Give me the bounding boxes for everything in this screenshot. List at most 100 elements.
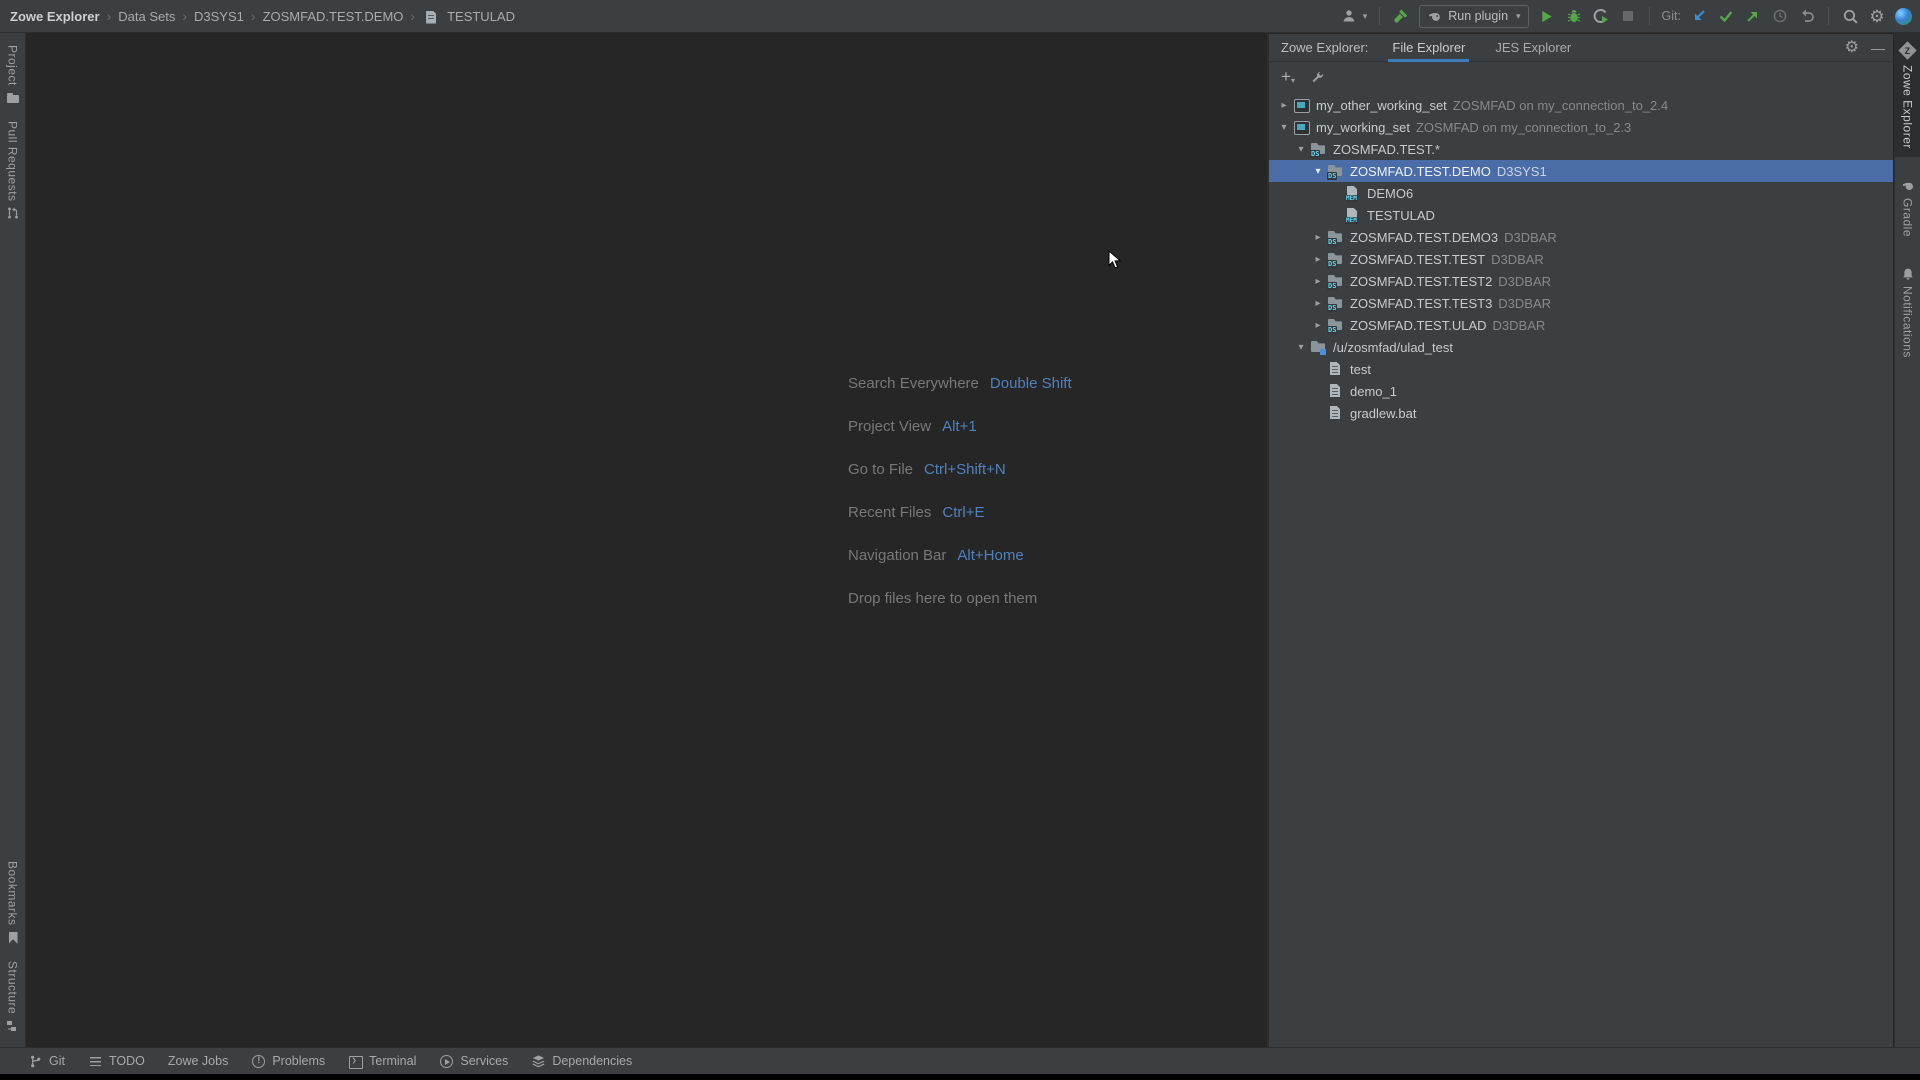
ide-sphere-icon[interactable]: [1895, 8, 1912, 25]
tree-row[interactable]: gradlew.bat: [1269, 402, 1893, 424]
git-push-icon[interactable]: [1744, 7, 1762, 25]
breadcrumb-d3sys1[interactable]: D3SYS1: [194, 9, 244, 24]
ds-folder-icon: [1327, 317, 1345, 333]
tree-item-name: test: [1350, 362, 1371, 377]
statusbar-item-problems[interactable]: Problems: [251, 1054, 325, 1069]
tree-item-suffix: D3SYS1: [1497, 164, 1547, 179]
tree-chevron-icon[interactable]: ▸: [1309, 232, 1327, 243]
gradle-elephant-icon: [1427, 9, 1442, 24]
tree-item-name: my_other_working_set: [1316, 98, 1447, 113]
toolwindow-button-pull-requests[interactable]: Pull Requests: [0, 113, 26, 229]
settings-gear-icon[interactable]: ⚙: [1868, 7, 1886, 25]
panel-gear-icon[interactable]: ⚙: [1845, 40, 1859, 56]
toolwindow-button-notifications[interactable]: Notifications: [1895, 259, 1920, 366]
statusbar-label: Zowe Jobs: [168, 1054, 228, 1068]
tree-item-name: ZOSMFAD.TEST.TEST: [1350, 252, 1485, 267]
tree-row[interactable]: ▸ my_other_working_set ZOSMFAD on my_con…: [1269, 94, 1893, 116]
hint-shortcut: Ctrl+Shift+N: [924, 461, 1006, 478]
drop-files-hint: Drop files here to open them: [848, 590, 1072, 607]
services-icon: [439, 1054, 454, 1069]
zowe-explorer-panel: Zowe Explorer: File Explorer JES Explore…: [1267, 34, 1893, 1047]
file-tree: ▸ my_other_working_set ZOSMFAD on my_con…: [1269, 92, 1893, 1047]
tree-chevron-icon[interactable]: ▸: [1309, 254, 1327, 265]
debug-bug-icon[interactable]: [1565, 7, 1583, 25]
statusbar-item-services[interactable]: Services: [439, 1054, 508, 1069]
tree-row[interactable]: ▸ ZOSMFAD.TEST.ULAD D3DBAR: [1269, 314, 1893, 336]
tree-row[interactable]: ▸ ZOSMFAD.TEST.TEST D3DBAR: [1269, 248, 1893, 270]
toolwindow-button-zowe-explorer[interactable]: Z Zowe Explorer: [1895, 33, 1920, 157]
statusbar-item-zowe-jobs[interactable]: Zowe Jobs: [168, 1054, 228, 1068]
tree-chevron-icon[interactable]: ▸: [1309, 276, 1327, 287]
notifications-label: Notifications: [1901, 286, 1915, 358]
statusbar-item-git[interactable]: Git: [28, 1054, 65, 1069]
tree-row[interactable]: DEMO6: [1269, 182, 1893, 204]
ds-folder-icon: [1327, 295, 1345, 311]
build-hammer-icon[interactable]: [1392, 7, 1410, 25]
toolbar-separator: [1379, 7, 1380, 25]
tree-row[interactable]: ▸ ZOSMFAD.TEST.TEST3 D3DBAR: [1269, 292, 1893, 314]
search-icon[interactable]: [1841, 7, 1859, 25]
user-profile-icon[interactable]: [1340, 7, 1358, 25]
tree-row[interactable]: ▸ ZOSMFAD.TEST.DEMO3 D3DBAR: [1269, 226, 1893, 248]
breadcrumb-member[interactable]: TESTULAD: [447, 9, 515, 24]
tree-chevron-icon[interactable]: ▾: [1292, 144, 1310, 155]
shortcut-hints: Search Everywhere Double Shift Project V…: [848, 375, 1072, 607]
tree-item-name: TESTULAD: [1367, 208, 1435, 223]
statusbar-item-dependencies[interactable]: Dependencies: [531, 1054, 632, 1069]
tree-item-suffix: D3DBAR: [1504, 230, 1557, 245]
tree-item-name: my_working_set: [1316, 120, 1410, 135]
user-dropdown-caret-icon[interactable]: ▾: [1363, 11, 1368, 22]
tree-row[interactable]: test: [1269, 358, 1893, 380]
tree-chevron-icon[interactable]: ▾: [1275, 122, 1293, 133]
hint-shortcut: Double Shift: [990, 375, 1072, 392]
problems-icon: [251, 1054, 266, 1069]
hint-shortcut: Alt+1: [942, 418, 977, 435]
tab-file-explorer[interactable]: File Explorer: [1390, 34, 1467, 62]
tree-chevron-icon[interactable]: ▾: [1292, 342, 1310, 353]
git-commit-check-icon[interactable]: [1717, 7, 1735, 25]
run-play-icon[interactable]: [1538, 7, 1556, 25]
toolwindow-button-gradle[interactable]: Gradle: [1895, 171, 1920, 245]
todo-list-icon: [88, 1054, 103, 1069]
rollback-undo-icon[interactable]: [1798, 7, 1816, 25]
add-button[interactable]: +▾: [1281, 70, 1295, 84]
run-with-coverage-icon[interactable]: [1592, 7, 1610, 25]
tree-row[interactable]: TESTULAD: [1269, 204, 1893, 226]
editor-empty-area: Search Everywhere Double Shift Project V…: [27, 34, 1267, 1047]
tree-row[interactable]: ▾ /u/zosmfad/ulad_test: [1269, 336, 1893, 358]
tree-chevron-icon[interactable]: ▾: [1309, 166, 1327, 177]
main-toolbar: Zowe Explorer › Data Sets › D3SYS1 › ZOS…: [0, 0, 1920, 33]
tree-row[interactable]: ▸ ZOSMFAD.TEST.TEST2 D3DBAR: [1269, 270, 1893, 292]
uss-file-icon: [1327, 361, 1345, 377]
tree-chevron-icon[interactable]: ▸: [1309, 298, 1327, 309]
tree-chevron-icon[interactable]: ▸: [1275, 100, 1293, 111]
breadcrumb-data-sets[interactable]: Data Sets: [118, 9, 175, 24]
tree-row[interactable]: demo_1: [1269, 380, 1893, 402]
toolbar-separator: [1828, 7, 1829, 25]
zowe-logo-icon: Z: [1898, 41, 1916, 59]
git-update-icon[interactable]: [1690, 7, 1708, 25]
breadcrumb-separator: ›: [251, 8, 256, 24]
statusbar-item-terminal[interactable]: Terminal: [348, 1054, 416, 1069]
tree-item-suffix: D3DBAR: [1493, 318, 1546, 333]
member-file-icon: [424, 10, 438, 25]
hide-panel-icon[interactable]: —: [1871, 41, 1885, 55]
tree-row[interactable]: ▾ my_working_set ZOSMFAD on my_connectio…: [1269, 116, 1893, 138]
toolwindow-button-structure[interactable]: Structure: [0, 953, 26, 1041]
tree-item-suffix: ZOSMFAD on my_connection_to_2.3: [1416, 120, 1631, 135]
settings-wrench-icon[interactable]: [1309, 68, 1327, 86]
tree-chevron-icon[interactable]: ▸: [1309, 320, 1327, 331]
run-configuration-select[interactable]: Run plugin ▾: [1419, 5, 1528, 28]
toolwindow-button-project[interactable]: Project: [0, 37, 26, 113]
tab-jes-explorer[interactable]: JES Explorer: [1493, 34, 1573, 62]
statusbar-label: TODO: [109, 1054, 145, 1068]
uss-file-icon: [1327, 405, 1345, 421]
toolwindow-button-bookmarks[interactable]: Bookmarks: [0, 853, 26, 953]
member-icon: [1344, 207, 1362, 223]
tree-row[interactable]: ▾ ZOSMFAD.TEST.*: [1269, 138, 1893, 160]
statusbar-item-todo[interactable]: TODO: [88, 1054, 145, 1069]
breadcrumb-dataset[interactable]: ZOSMFAD.TEST.DEMO: [263, 9, 404, 24]
breadcrumb-zowe-explorer[interactable]: Zowe Explorer: [10, 9, 100, 24]
tree-row[interactable]: ▾ ZOSMFAD.TEST.DEMO D3SYS1: [1269, 160, 1893, 182]
terminal-icon: [348, 1054, 363, 1069]
